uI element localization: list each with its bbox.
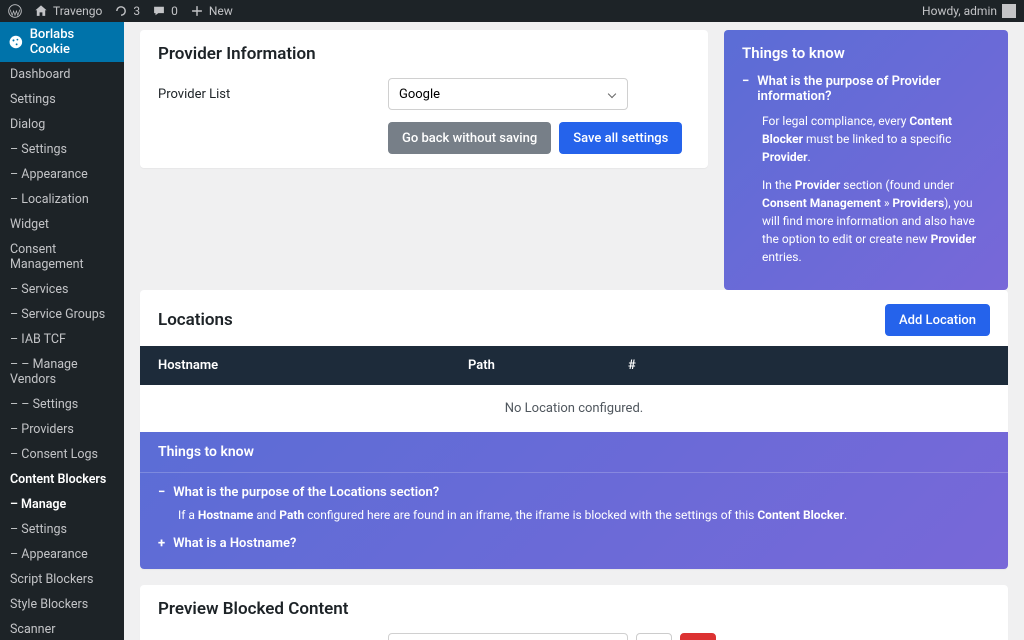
locations-ttk: Things to know − What is the purpose of … [140, 432, 1008, 569]
comments-count: 0 [171, 4, 178, 18]
loc-q1-text: What is the purpose of the Locations sec… [173, 485, 439, 500]
provider-list-label: Provider List [158, 87, 388, 102]
locations-table-header: Hostname Path # [140, 346, 1008, 385]
sidebar-item-services[interactable]: – Services [0, 277, 124, 302]
ttk-q1-text: What is the purpose of Provider informat… [757, 74, 990, 104]
things-to-know-sidebar: Things to know − What is the purpose of … [724, 30, 1008, 290]
add-location-button[interactable]: Add Location [885, 304, 990, 336]
sidebar-item-script-blockers[interactable]: Script Blockers [0, 567, 124, 592]
plugin-header[interactable]: Borlabs Cookie [0, 22, 124, 62]
sidebar-item-iab-tcf[interactable]: – IAB TCF [0, 327, 124, 352]
sidebar-item-settings[interactable]: – Settings [0, 517, 124, 542]
main-content: Provider Information Provider List Googl… [124, 22, 1024, 640]
sidebar-item-appearance[interactable]: – Appearance [0, 542, 124, 567]
provider-info-card: Provider Information Provider List Googl… [140, 30, 708, 168]
avatar [1002, 4, 1016, 18]
provider-info-title: Provider Information [158, 44, 690, 64]
sidebar-item-dashboard[interactable]: Dashboard [0, 62, 124, 87]
th-num: # [628, 358, 636, 373]
locations-title: Locations [158, 310, 233, 330]
howdy-link[interactable]: Howdy, admin [922, 4, 1016, 18]
refresh-icon [114, 4, 128, 18]
sidebar-item-manage[interactable]: – Manage [0, 492, 124, 517]
sidebar-item-consent-logs[interactable]: – Consent Logs [0, 442, 124, 467]
save-settings-button[interactable]: Save all settings [559, 122, 682, 154]
locations-ttk-title: Things to know [140, 432, 1008, 473]
new-label: New [209, 4, 233, 18]
preview-card: Preview Blocked Content Image i [140, 585, 1008, 640]
ttk-body-1: For legal compliance, every Content Bloc… [762, 112, 990, 166]
comment-icon [152, 4, 166, 18]
provider-selected: Google [399, 87, 440, 102]
preview-title: Preview Blocked Content [158, 599, 990, 619]
sidebar-item-scanner[interactable]: Scanner [0, 617, 124, 640]
comments-link[interactable]: 0 [152, 4, 178, 18]
updates-link[interactable]: 3 [114, 4, 140, 18]
image-url-input[interactable] [388, 633, 628, 640]
remove-image-button[interactable] [680, 633, 716, 640]
home-icon [34, 4, 48, 18]
sidebar-item-consent-management[interactable]: Consent Management [0, 237, 124, 277]
loc-q2-text: What is a Hostname? [173, 536, 296, 551]
loc-q2[interactable]: + What is a Hostname? [158, 536, 990, 551]
new-link[interactable]: New [190, 4, 233, 18]
locations-empty: No Location configured. [140, 385, 1008, 432]
sidebar-item-content-blockers[interactable]: Content Blockers [0, 467, 124, 492]
admin-bar: Travengo 3 0 New Howdy, admin [0, 0, 1024, 22]
admin-bar-left: Travengo 3 0 New [8, 4, 233, 18]
sidebar-item-settings[interactable]: – Settings [0, 137, 124, 162]
wp-logo[interactable] [8, 4, 22, 18]
plugin-name: Borlabs Cookie [30, 27, 116, 57]
plus-icon [190, 4, 204, 18]
sidebar-item-settings[interactable]: Settings [0, 87, 124, 112]
sidebar-item-appearance[interactable]: – Appearance [0, 162, 124, 187]
ttk-title: Things to know [742, 44, 990, 62]
image-label: Image i [158, 633, 388, 640]
sidebar-item-settings[interactable]: – – Settings [0, 392, 124, 417]
loc-q1-desc: If a Hostname and Path configured here a… [178, 506, 990, 524]
admin-bar-right: Howdy, admin [922, 4, 1016, 18]
sidebar-item-widget[interactable]: Widget [0, 212, 124, 237]
sidebar-item-manage-vendors[interactable]: – – Manage Vendors [0, 352, 124, 392]
sidebar-item-style-blockers[interactable]: Style Blockers [0, 592, 124, 617]
sidebar: Borlabs Cookie DashboardSettingsDialog– … [0, 22, 124, 640]
locations-card: Locations Add Location Hostname Path # N… [140, 290, 1008, 569]
sidebar-item-localization[interactable]: – Localization [0, 187, 124, 212]
plus-icon: + [158, 536, 165, 551]
sidebar-item-service-groups[interactable]: – Service Groups [0, 302, 124, 327]
howdy-text: Howdy, admin [922, 4, 997, 18]
ttk-body-2: In the Provider section (found under Con… [762, 176, 990, 266]
site-name: Travengo [53, 4, 102, 18]
loc-q1[interactable]: − What is the purpose of the Locations s… [158, 485, 990, 500]
th-path: Path [468, 358, 628, 373]
go-back-button[interactable]: Go back without saving [388, 122, 551, 154]
sidebar-item-dialog[interactable]: Dialog [0, 112, 124, 137]
ttk-question-1[interactable]: − What is the purpose of Provider inform… [742, 74, 990, 104]
site-name-link[interactable]: Travengo [34, 4, 102, 18]
chevron-down-icon [608, 90, 616, 98]
updates-count: 3 [133, 4, 140, 18]
minus-icon: − [158, 485, 165, 500]
wordpress-icon [8, 4, 22, 18]
th-hostname: Hostname [158, 358, 468, 373]
cookie-icon [8, 34, 24, 50]
sidebar-item-providers[interactable]: – Providers [0, 417, 124, 442]
media-picker-button[interactable] [636, 633, 672, 640]
provider-list-select[interactable]: Google [388, 78, 628, 110]
minus-icon: − [742, 74, 749, 104]
